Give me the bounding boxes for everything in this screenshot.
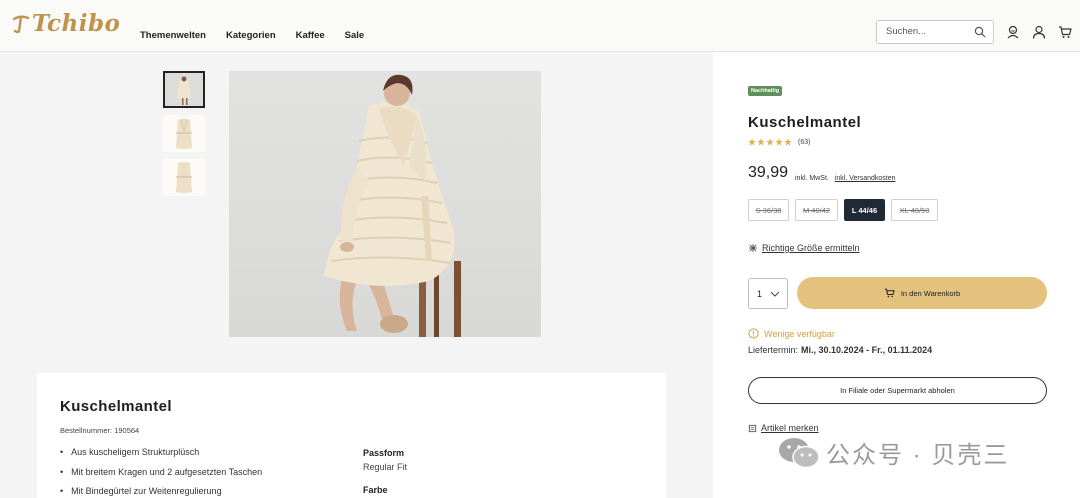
gallery-thumbnail-2[interactable] xyxy=(163,115,205,152)
nav-item-kategorien[interactable]: Kategorien xyxy=(226,30,276,41)
search-input[interactable] xyxy=(886,26,966,37)
search-box xyxy=(876,20,994,44)
main-nav: Themenwelten Kategorien Kaffee Sale xyxy=(140,30,364,41)
delivery-dates: Mi., 30.10.2024 - Fr., 01.11.2024 xyxy=(801,345,933,355)
bookmark-icon xyxy=(748,424,757,432)
star-icon xyxy=(748,138,756,146)
price-note: inkl. MwSt. inkl. Versandkosten xyxy=(795,175,896,182)
attribute-key: Farbe xyxy=(363,485,388,495)
rating-count[interactable]: (63) xyxy=(798,139,810,146)
attribute-value: Regular Fit xyxy=(363,462,408,472)
product-price: 39,99 xyxy=(748,164,789,181)
watermark-text: 公众号 · 贝壳三 xyxy=(826,442,1010,469)
wishlist-link[interactable]: Artikel merken xyxy=(748,423,819,433)
feature-list: Aus kuscheligem Strukturplüsch Mit breit… xyxy=(60,447,262,498)
shipping-costs-link[interactable]: inkl. Versandkosten xyxy=(835,175,896,182)
user-icon[interactable] xyxy=(1032,25,1046,39)
delivery-label: Liefertermin: xyxy=(748,345,799,355)
add-to-cart-label: In den Warenkorb xyxy=(900,288,961,298)
account-smile-icon[interactable] xyxy=(1006,25,1020,39)
feature-item: Mit breitem Kragen und 2 aufgesetzten Ta… xyxy=(60,467,262,487)
product-main-image[interactable] xyxy=(229,71,541,337)
feature-item: Aus kuscheligem Strukturplüsch xyxy=(60,447,262,467)
product-description-card: Kuschelmantel Bestellnummer: 190564 Aus … xyxy=(37,373,666,498)
search-icon[interactable] xyxy=(974,26,986,38)
cart-icon[interactable] xyxy=(1058,25,1072,39)
gallery-thumbnail-3[interactable] xyxy=(163,159,205,196)
attribute-farbe: Farbe xyxy=(363,485,388,495)
thumbnail-back-image xyxy=(163,159,205,196)
nav-item-sale[interactable]: Sale xyxy=(345,30,365,41)
size-selector: S 36/38 M 40/42 L 44/46 XL 48/50 xyxy=(748,199,938,221)
size-finder-link[interactable]: Richtige Größe ermitteln xyxy=(748,243,860,253)
size-option-m[interactable]: M 40/42 xyxy=(795,199,838,221)
size-finder-label: Richtige Größe ermitteln xyxy=(762,243,860,253)
logo-text: Tchibo xyxy=(32,10,121,37)
attribute-passform: Passform Regular Fit xyxy=(363,448,407,472)
quantity-select[interactable]: 1 xyxy=(748,278,788,309)
size-option-xl[interactable]: XL 48/50 xyxy=(891,199,938,221)
info-icon xyxy=(748,328,759,339)
availability-text: Wenige verfügbar xyxy=(764,328,835,339)
thumbnail-front-image xyxy=(163,115,205,152)
thumbnail-model-image xyxy=(165,73,203,106)
quantity-value: 1 xyxy=(757,289,763,299)
size-option-l-selected[interactable]: L 44/46 xyxy=(844,199,885,221)
add-to-cart-button[interactable]: In den Warenkorb xyxy=(797,277,1047,309)
product-photo xyxy=(324,74,461,337)
wechat-icon xyxy=(779,437,820,468)
tchibo-logo-icon xyxy=(12,15,30,33)
sustainable-badge: Nachhaltig xyxy=(748,86,783,96)
tchibo-logo[interactable]: Tchibo xyxy=(12,10,120,37)
site-header: Tchibo Themenwelten Kategorien Kaffee Sa… xyxy=(0,0,1080,52)
size-guide-icon xyxy=(749,244,757,252)
availability-status: Wenige verfügbar xyxy=(748,328,835,339)
product-rating[interactable]: (63) xyxy=(748,138,810,146)
size-option-s[interactable]: S 36/38 xyxy=(748,199,789,221)
star-icon xyxy=(784,138,792,146)
feature-item: Mit Bindegürtel zur Weitenregulierung xyxy=(60,486,262,498)
attribute-key: Passform xyxy=(363,448,405,458)
nav-item-kaffee[interactable]: Kaffee xyxy=(296,30,325,41)
wishlist-label: Artikel merken xyxy=(761,423,819,433)
gallery-thumbnail-1[interactable] xyxy=(163,71,205,108)
store-pickup-button[interactable]: In Filiale oder Supermarkt abholen xyxy=(748,377,1047,404)
nav-item-themenwelten[interactable]: Themenwelten xyxy=(140,30,206,41)
watermark: 公众号 · 贝壳三 xyxy=(778,435,1009,470)
star-icon xyxy=(775,138,783,146)
delivery-info: Liefertermin: Mi., 30.10.2024 - Fr., 01.1… xyxy=(748,345,932,355)
chevron-down-icon xyxy=(770,291,780,297)
tax-note: inkl. MwSt. xyxy=(795,175,829,182)
order-number: Bestellnummer: 190564 xyxy=(60,426,140,435)
star-icon xyxy=(757,138,765,146)
star-icon xyxy=(766,138,774,146)
product-title: Kuschelmantel xyxy=(748,114,862,131)
cart-icon xyxy=(884,288,895,298)
product-purchase-panel: Nachhaltig Kuschelmantel (63) 39,99 inkl… xyxy=(713,52,1080,498)
description-title: Kuschelmantel xyxy=(60,398,172,415)
